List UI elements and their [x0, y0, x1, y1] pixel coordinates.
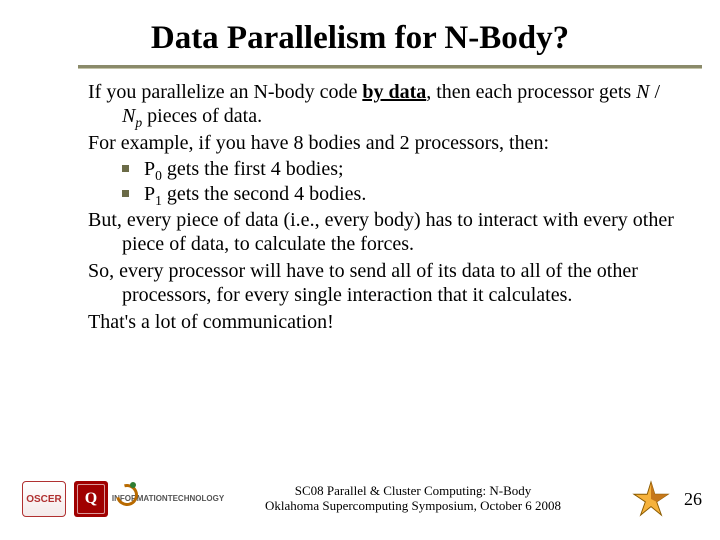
text: / [650, 81, 661, 103]
swirl-icon [112, 480, 142, 510]
star-logo-icon [632, 480, 670, 518]
text: gets the first 4 bodies; [162, 158, 344, 180]
bullet-item-p0: P0 gets the first 4 bodies; [122, 157, 678, 181]
paragraph-5: That's a lot of communication! [88, 310, 678, 334]
text: If you parallelize an N-body code [88, 81, 362, 103]
footer: OSCER Q INFORMATION TECHNOLOGY SC08 Para… [0, 472, 720, 526]
paragraph-2: For example, if you have 8 bodies and 2 … [88, 131, 678, 155]
footer-text: SC08 Parallel & Cluster Computing: N-Bod… [194, 484, 632, 514]
it-logo-icon: INFORMATION TECHNOLOGY [116, 482, 194, 516]
dot-icon [130, 482, 136, 488]
slide-body: If you parallelize an N-body code by dat… [0, 68, 720, 334]
footer-line-2: Oklahoma Supercomputing Symposium, Octob… [204, 499, 622, 514]
var-np: Np [122, 105, 142, 127]
paragraph-4: So, every processor will have to send al… [88, 259, 678, 308]
slide: Data Parallelism for N-Body? If you para… [0, 0, 720, 540]
emphasis-by-data: by data [362, 81, 426, 103]
footer-line-1: SC08 Parallel & Cluster Computing: N-Bod… [204, 484, 622, 499]
text: P [144, 158, 155, 180]
text: TECHNOLOGY [168, 495, 224, 503]
footer-logos-left: OSCER Q INFORMATION TECHNOLOGY [22, 481, 194, 517]
page-number: 26 [684, 489, 702, 510]
var-n: N [636, 81, 649, 103]
var-p1: P1 [144, 183, 162, 205]
var-p0: P0 [144, 158, 162, 180]
paragraph-1: If you parallelize an N-body code by dat… [88, 80, 678, 129]
text: P [144, 183, 155, 205]
subscript: 1 [155, 193, 162, 208]
text: pieces of data. [142, 105, 262, 127]
slide-title: Data Parallelism for N-Body? [0, 0, 720, 65]
text: gets the second 4 bodies. [162, 183, 366, 205]
footer-right: 26 [632, 480, 702, 518]
text: , then each processor gets [426, 81, 636, 103]
text: N [122, 105, 135, 127]
oscer-logo-icon: OSCER [22, 481, 66, 517]
paragraph-3: But, every piece of data (i.e., every bo… [88, 208, 678, 257]
ou-logo-icon: Q [74, 481, 108, 517]
bullet-list: P0 gets the first 4 bodies; P1 gets the … [88, 157, 678, 206]
bullet-item-p1: P1 gets the second 4 bodies. [122, 182, 678, 206]
